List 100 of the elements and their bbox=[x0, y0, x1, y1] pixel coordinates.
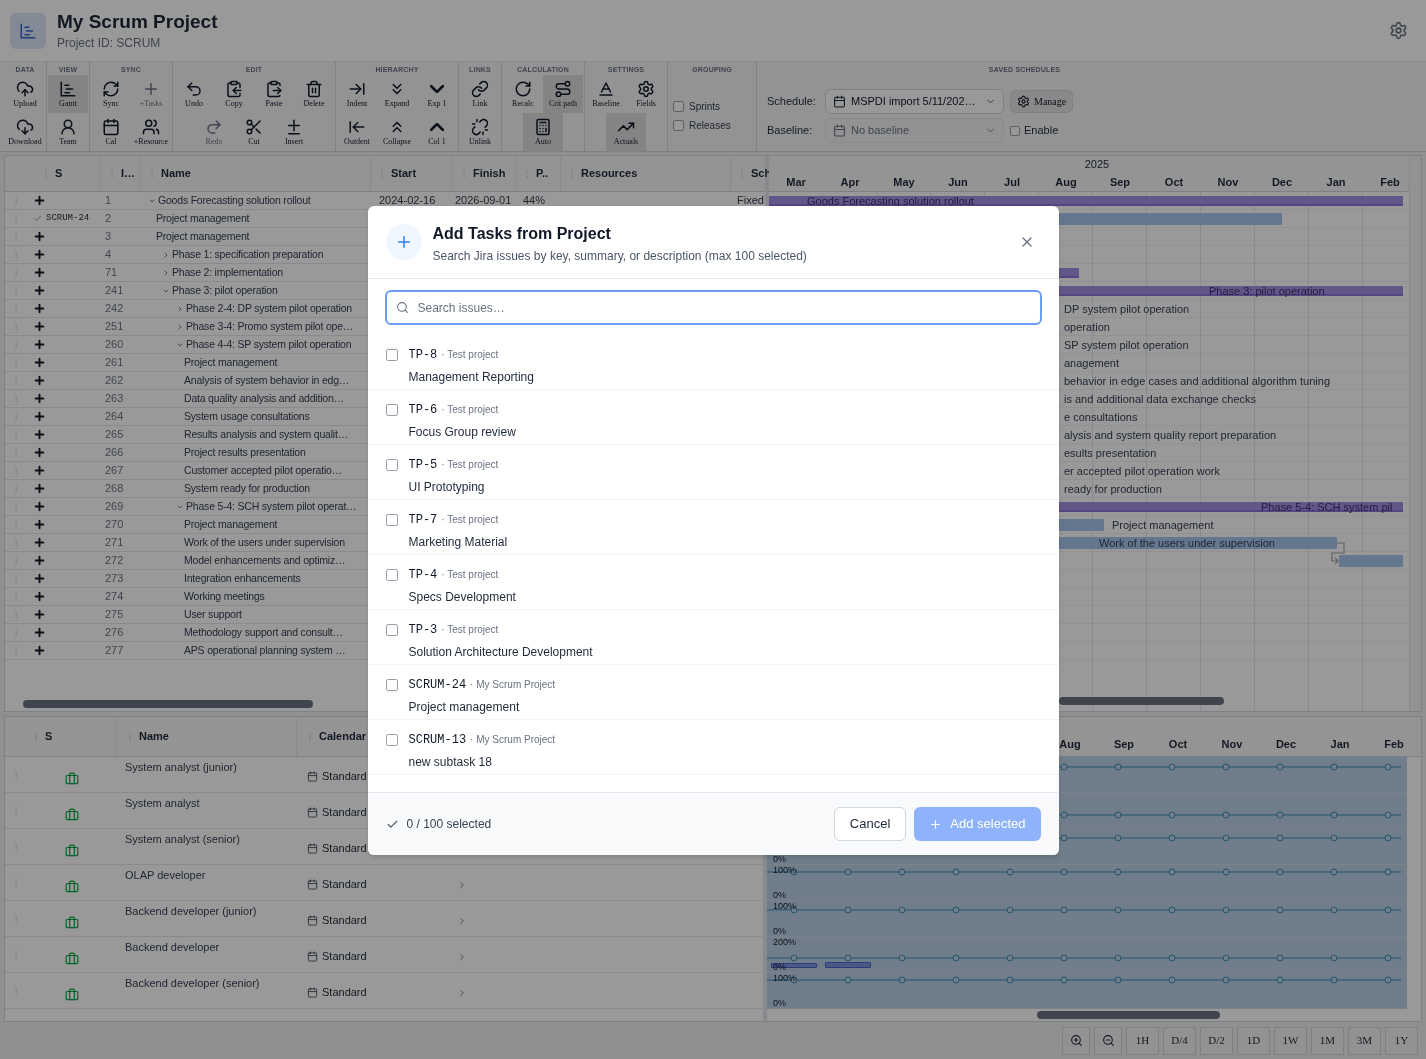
toolbar-button[interactable]: Paste bbox=[254, 75, 294, 113]
timescale-button[interactable]: 3M bbox=[1348, 1026, 1381, 1055]
timescale-button[interactable]: 1D bbox=[1237, 1026, 1270, 1055]
timescale-button[interactable]: D/2 bbox=[1200, 1026, 1233, 1055]
scrollbar-thumb[interactable] bbox=[23, 700, 313, 708]
chevron-right-icon[interactable] bbox=[457, 987, 467, 998]
toolbar-button[interactable]: Upload bbox=[5, 75, 45, 113]
schedule-select[interactable]: MSPDI import 5/11/202… bbox=[825, 89, 1004, 114]
toolbar-button[interactable]: Gantt bbox=[48, 75, 88, 113]
manage-button[interactable]: Manage bbox=[1010, 90, 1074, 113]
plus-icon[interactable] bbox=[33, 446, 46, 459]
toolbar-button[interactable]: Insert bbox=[274, 113, 314, 151]
plus-icon[interactable] bbox=[33, 590, 46, 603]
chevron-right-icon[interactable] bbox=[162, 268, 170, 277]
plus-icon[interactable] bbox=[33, 248, 46, 261]
column-header[interactable]: Start bbox=[391, 165, 417, 182]
toolbar-button[interactable]: +Resource bbox=[131, 113, 171, 151]
issue-list-item[interactable]: TP-6 · Test project Focus Group review bbox=[367, 390, 1059, 445]
timescale-button[interactable]: D/4 bbox=[1163, 1026, 1196, 1055]
plus-icon[interactable] bbox=[33, 392, 46, 405]
toolbar-button[interactable]: Auto bbox=[523, 113, 563, 151]
toolbar-button[interactable]: Team bbox=[48, 113, 88, 151]
toolbar-button[interactable]: Collapse bbox=[377, 113, 417, 151]
timescale-button[interactable]: 1Y bbox=[1385, 1026, 1418, 1055]
column-header[interactable]: Finish bbox=[473, 165, 506, 182]
checkbox[interactable] bbox=[385, 569, 398, 581]
plus-icon[interactable] bbox=[33, 302, 46, 315]
plus-icon[interactable] bbox=[33, 338, 46, 351]
toolbar-button[interactable]: Fields bbox=[626, 75, 666, 113]
plus-icon[interactable] bbox=[33, 482, 46, 495]
scrollbar-thumb[interactable] bbox=[1037, 1011, 1220, 1019]
issue-list-item[interactable]: TP-3 · Test project Solution Architecture Development bbox=[367, 610, 1059, 665]
scrollbar-track[interactable] bbox=[1409, 156, 1421, 711]
chevron-right-icon[interactable] bbox=[457, 879, 467, 890]
checkbox[interactable] bbox=[673, 120, 684, 131]
column-header[interactable]: S bbox=[45, 728, 53, 745]
column-header[interactable]: P.. bbox=[536, 165, 549, 182]
toolbar-button[interactable]: Outdent bbox=[337, 113, 377, 151]
toolbar-button[interactable]: Sync bbox=[91, 75, 131, 113]
timescale-button[interactable]: 1H bbox=[1126, 1026, 1159, 1055]
toolbar-button[interactable]: Actuals bbox=[606, 113, 646, 151]
chevron-right-icon[interactable] bbox=[457, 951, 467, 962]
plus-icon[interactable] bbox=[33, 230, 46, 243]
plus-icon[interactable] bbox=[33, 608, 46, 621]
plus-icon[interactable] bbox=[33, 644, 46, 657]
column-header[interactable]: Name bbox=[161, 165, 191, 182]
issue-list-item[interactable]: TP-7 · Test project Marketing Material bbox=[367, 500, 1059, 555]
toolbar-button[interactable]: Exp 1 bbox=[417, 75, 457, 113]
issue-list-item[interactable]: TP-4 · Test project Specs Development bbox=[367, 555, 1059, 610]
checkbox[interactable] bbox=[385, 734, 398, 746]
checkbox[interactable] bbox=[1010, 125, 1020, 136]
toolbar-button[interactable]: Undo bbox=[174, 75, 214, 113]
plus-icon[interactable] bbox=[33, 428, 46, 441]
plus-icon[interactable] bbox=[33, 194, 46, 207]
toolbar-button[interactable]: Col 1 bbox=[417, 113, 457, 151]
toolbar-button[interactable]: Recalc bbox=[503, 75, 543, 113]
checkbox[interactable] bbox=[385, 514, 398, 526]
toolbar-button[interactable]: Baseline bbox=[586, 75, 626, 113]
chevron-right-icon[interactable] bbox=[176, 322, 184, 331]
column-header[interactable]: Resources bbox=[581, 165, 638, 182]
timescale-button[interactable]: 1M bbox=[1311, 1026, 1344, 1055]
toolbar-button[interactable]: Link bbox=[460, 75, 500, 113]
checkbox[interactable] bbox=[385, 404, 398, 416]
chevron-right-icon[interactable] bbox=[176, 304, 184, 313]
toolbar-button[interactable]: Delete bbox=[294, 75, 334, 113]
toolbar-button[interactable]: Copy bbox=[214, 75, 254, 113]
zoom-in-button[interactable] bbox=[1062, 1026, 1090, 1055]
toolbar-button[interactable]: Cut bbox=[234, 113, 274, 151]
checkbox[interactable] bbox=[385, 624, 398, 636]
chevron-right-icon[interactable] bbox=[457, 915, 467, 926]
plus-icon[interactable] bbox=[33, 356, 46, 369]
cancel-button[interactable]: Cancel bbox=[833, 807, 907, 841]
issue-list-item[interactable]: SCRUM-13 · My Scrum Project new subtask 18 bbox=[367, 720, 1059, 775]
checkbox[interactable] bbox=[385, 349, 398, 361]
issue-list-item[interactable]: TP-8 · Test project Management Reporting bbox=[367, 335, 1059, 390]
plus-icon[interactable] bbox=[33, 500, 46, 513]
plus-icon[interactable] bbox=[33, 626, 46, 639]
plus-icon[interactable] bbox=[33, 320, 46, 333]
chevron-right-icon[interactable] bbox=[162, 250, 170, 259]
column-header[interactable]: S bbox=[55, 165, 63, 182]
plus-icon[interactable] bbox=[33, 464, 46, 477]
plus-icon[interactable] bbox=[33, 374, 46, 387]
zoom-out-button[interactable] bbox=[1094, 1026, 1122, 1055]
timescale-button[interactable]: 1W bbox=[1274, 1026, 1307, 1055]
plus-icon[interactable] bbox=[33, 284, 46, 297]
toolbar-button[interactable]: Indent bbox=[337, 75, 377, 113]
settings-icon[interactable] bbox=[1389, 21, 1408, 40]
toolbar-button[interactable]: Unlink bbox=[460, 113, 500, 151]
plus-icon[interactable] bbox=[33, 518, 46, 531]
checkbox[interactable] bbox=[385, 679, 398, 691]
column-header[interactable]: Name bbox=[139, 728, 169, 745]
toolbar-button[interactable]: Crit path bbox=[543, 75, 583, 113]
plus-icon[interactable] bbox=[33, 536, 46, 549]
checkbox[interactable] bbox=[673, 101, 684, 112]
toolbar-button[interactable]: Cal bbox=[91, 113, 131, 151]
issue-list-item[interactable]: SCRUM-24 · My Scrum Project Project management bbox=[367, 665, 1059, 720]
plus-icon[interactable] bbox=[33, 410, 46, 423]
checkbox[interactable] bbox=[385, 459, 398, 471]
plus-icon[interactable] bbox=[33, 266, 46, 279]
plus-icon[interactable] bbox=[33, 572, 46, 585]
